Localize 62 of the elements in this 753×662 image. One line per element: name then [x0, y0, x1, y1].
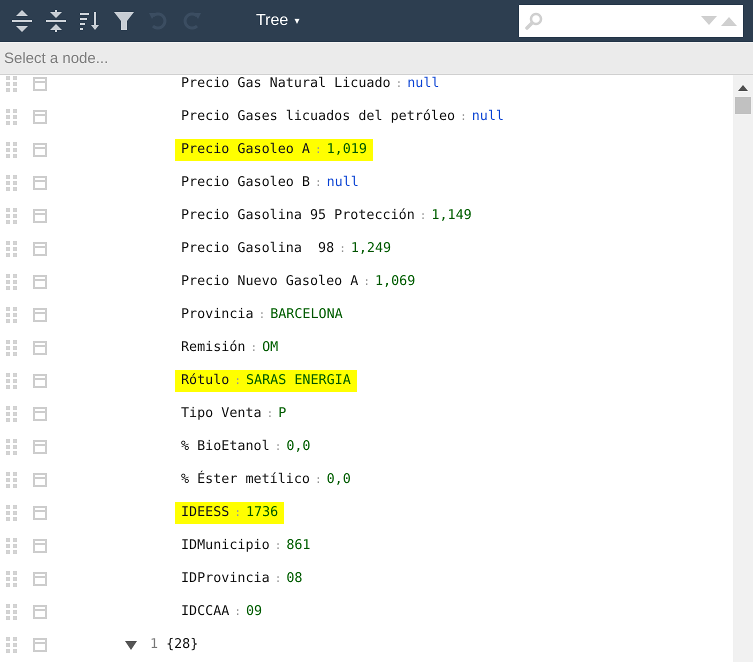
drag-handle-icon[interactable]: [6, 306, 17, 322]
tree-field: Tipo Venta : P: [175, 402, 292, 424]
next-result-icon[interactable]: [701, 16, 717, 26]
context-menu-icon[interactable]: [33, 110, 47, 124]
drag-handle-icon[interactable]: [6, 538, 17, 554]
tree-field: Precio Gases licuados del petróleo : null: [175, 106, 510, 128]
tree-field: Provincia : BARCELONA: [175, 304, 349, 326]
item-count: {28}: [166, 637, 198, 652]
context-menu-icon[interactable]: [33, 208, 47, 222]
context-menu-icon[interactable]: [33, 506, 47, 520]
context-menu-icon[interactable]: [33, 638, 47, 652]
drag-handle-icon[interactable]: [6, 604, 17, 620]
drag-handle-icon[interactable]: [6, 472, 17, 488]
tree-field: IDCCAA : 09: [175, 600, 268, 622]
drag-handle-icon[interactable]: [6, 406, 17, 422]
highlighted-field: IDEESS : 1736: [175, 502, 284, 524]
drag-handle-icon[interactable]: [6, 108, 17, 124]
tree-field: Precio Gasolina 95 Protección : 1,149: [175, 204, 478, 226]
previous-result-icon[interactable]: [721, 16, 737, 26]
highlighted-field: Rótulo : SARAS ENERGIA: [175, 370, 357, 392]
context-menu-icon[interactable]: [33, 472, 47, 486]
context-menu-icon[interactable]: [33, 604, 47, 618]
context-menu-icon[interactable]: [33, 242, 47, 256]
drag-handle-icon[interactable]: [6, 240, 17, 256]
tree-field: Precio Nuevo Gasoleo A : 1,069: [175, 270, 422, 292]
tree-field: IDMunicipio : 861: [175, 534, 316, 556]
scroll-up-icon[interactable]: [738, 85, 748, 91]
context-menu-icon[interactable]: [33, 572, 47, 586]
context-menu-icon[interactable]: [33, 76, 47, 90]
drag-handle-icon[interactable]: [6, 274, 17, 290]
context-menu-icon[interactable]: [33, 142, 47, 156]
context-menu-icon[interactable]: [33, 538, 47, 552]
drag-handle-icon[interactable]: [6, 208, 17, 224]
context-menu-icon[interactable]: [33, 308, 47, 322]
context-menu-icon[interactable]: [33, 340, 47, 354]
scrollbar-thumb[interactable]: [735, 97, 751, 114]
tree-field: % BioEtanol : 0,0: [175, 436, 316, 458]
drag-handle-icon[interactable]: [6, 174, 17, 190]
mode-dropdown[interactable]: Tree ▾: [248, 5, 308, 37]
drag-handle-icon[interactable]: [6, 372, 17, 388]
context-menu-icon[interactable]: [33, 440, 47, 454]
drag-handle-icon[interactable]: [6, 438, 17, 454]
drag-handle-icon[interactable]: [6, 570, 17, 586]
item-index: 1: [150, 637, 158, 652]
drag-handle-icon[interactable]: [6, 76, 17, 92]
search-icon: [525, 12, 543, 30]
context-menu-icon[interactable]: [33, 374, 47, 388]
tree-field: Precio Gasoleo B : null: [175, 172, 365, 194]
context-menu-icon[interactable]: [33, 406, 47, 420]
drag-handle-icon[interactable]: [6, 340, 17, 356]
tree-field: % Éster metílico : 0,0: [175, 468, 357, 490]
drag-handle-icon[interactable]: [6, 142, 17, 158]
tree-field: Remisión : OM: [175, 336, 284, 358]
highlighted-field: Precio Gasoleo A : 1,019: [175, 138, 373, 160]
tree-field: Precio Gasolina 98 : 1,249: [175, 238, 398, 260]
drag-handle-icon[interactable]: [6, 504, 17, 520]
context-menu-icon[interactable]: [33, 274, 47, 288]
tree-field: Precio Gas Natural Licuado : null: [175, 75, 446, 94]
search-field[interactable]: [519, 5, 743, 37]
tree-field: IDProvincia : 08: [175, 568, 308, 590]
drag-handle-icon[interactable]: [6, 636, 17, 652]
context-menu-icon[interactable]: [33, 176, 47, 190]
